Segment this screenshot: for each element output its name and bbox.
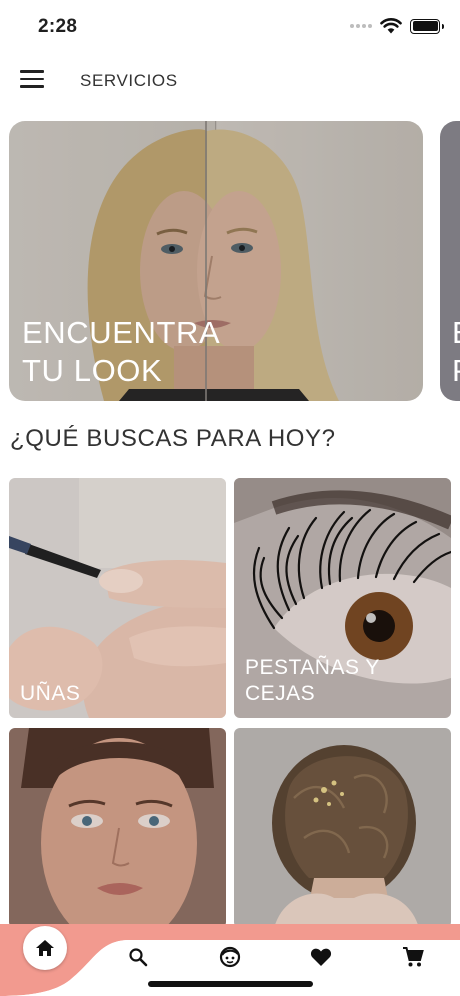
status-icons bbox=[350, 18, 444, 34]
category-label-nails: UÑAS bbox=[20, 682, 81, 705]
home-indicator bbox=[148, 981, 313, 987]
nav-profile-button[interactable] bbox=[217, 944, 243, 970]
hairstyle-image bbox=[234, 728, 451, 928]
cart-icon bbox=[403, 947, 424, 967]
hero-next-title: E P bbox=[452, 314, 460, 390]
home-icon bbox=[36, 940, 54, 956]
category-card-lashes-brows[interactable]: PESTAÑAS Y CEJAS bbox=[234, 478, 451, 718]
section-title: ¿QUÉ BUSCAS PARA HOY? bbox=[10, 425, 336, 452]
nav-home-button[interactable] bbox=[23, 926, 67, 970]
category-card-nails[interactable]: UÑAS bbox=[9, 478, 226, 718]
menu-icon[interactable] bbox=[20, 70, 44, 90]
category-card-hairstyle[interactable] bbox=[234, 728, 451, 928]
page-title: SERVICIOS bbox=[80, 71, 178, 90]
status-bar: 2:28 bbox=[0, 0, 460, 52]
nav-cart-button[interactable] bbox=[400, 944, 426, 970]
category-label-lashes-brows: PESTAÑAS Y CEJAS bbox=[245, 656, 380, 705]
hero-slide-next[interactable]: E P bbox=[440, 121, 460, 401]
nav-favorites-button[interactable] bbox=[308, 944, 334, 970]
heart-icon bbox=[310, 948, 332, 966]
category-card-makeup[interactable] bbox=[9, 728, 226, 928]
hero-slide-find-your-look[interactable]: ENCUENTRA TU LOOK bbox=[9, 121, 423, 401]
makeup-image bbox=[9, 728, 226, 928]
status-time: 2:28 bbox=[38, 16, 78, 37]
hero-title: ENCUENTRA TU LOOK bbox=[22, 315, 221, 388]
wifi-icon bbox=[380, 18, 402, 34]
face-icon bbox=[219, 946, 241, 968]
nav-search-button[interactable] bbox=[125, 944, 151, 970]
search-icon bbox=[129, 948, 148, 967]
cellular-signal-icon bbox=[350, 24, 372, 28]
battery-icon bbox=[410, 18, 444, 34]
app-bar: SERVICIOS bbox=[0, 58, 460, 104]
